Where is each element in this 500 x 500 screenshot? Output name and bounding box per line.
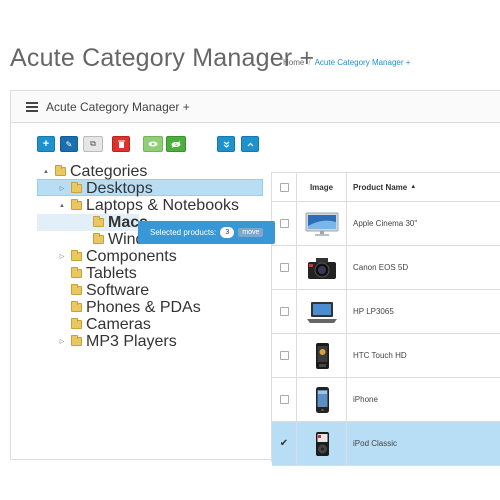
table-row[interactable]: iPhone xyxy=(272,378,500,422)
expand-all-button[interactable] xyxy=(241,136,259,152)
tree-item-label: Phones & PDAs xyxy=(86,298,201,316)
camera-image xyxy=(307,257,336,279)
table-row[interactable]: Canon EOS 5D xyxy=(272,246,500,290)
folder-icon xyxy=(93,233,104,244)
row-check-icon[interactable]: ✔ xyxy=(280,438,288,449)
table-header-row: Image Product Name ▲ xyxy=(272,173,500,202)
monitor-image xyxy=(305,212,338,236)
product-name: iPod Classic xyxy=(353,439,398,448)
tree-item-label: Cameras xyxy=(86,315,151,333)
selected-products-label: Selected products: xyxy=(150,228,217,237)
folder-icon xyxy=(71,182,82,193)
table-row[interactable]: Apple Cinema 30" xyxy=(272,202,500,246)
products-table: Image Product Name ▲ Apple Cinema 30" Ca… xyxy=(271,172,500,466)
folder-icon xyxy=(55,165,66,176)
folder-icon xyxy=(71,199,82,210)
list-icon xyxy=(26,101,38,112)
product-name: Canon EOS 5D xyxy=(353,263,409,272)
tree-item-desktops[interactable]: ▷ Desktops xyxy=(58,180,153,197)
row-checkbox[interactable] xyxy=(279,307,289,316)
tree-item-label: Tablets xyxy=(86,264,137,282)
tree-item-label: Categories xyxy=(70,162,148,180)
row-checkbox[interactable] xyxy=(279,395,289,404)
laptop-image xyxy=(306,301,337,323)
delete-button[interactable] xyxy=(112,136,130,152)
hide-button[interactable] xyxy=(166,136,186,152)
folder-icon xyxy=(71,318,82,329)
expand-icon[interactable]: ▷ xyxy=(58,253,66,260)
column-header-product-name[interactable]: Product Name ▲ xyxy=(347,173,500,201)
phone-image xyxy=(315,342,329,369)
tree-item-label: MP3 Players xyxy=(86,332,177,350)
tree-item-phones-pdas[interactable]: Phones & PDAs xyxy=(58,299,201,316)
move-badge: move xyxy=(238,228,264,237)
product-name: iPhone xyxy=(353,395,378,404)
product-name: HP LP3065 xyxy=(353,307,394,316)
folder-icon xyxy=(71,335,82,346)
collapse-all-button[interactable] xyxy=(217,136,235,152)
folder-icon xyxy=(93,216,104,227)
tree-item-software[interactable]: Software xyxy=(58,282,149,299)
tree-item-label: Laptops & Notebooks xyxy=(86,196,239,214)
product-name: HTC Touch HD xyxy=(353,351,407,360)
tree-item-cameras[interactable]: Cameras xyxy=(58,316,151,333)
sort-asc-icon: ▲ xyxy=(410,184,417,190)
row-checkbox[interactable] xyxy=(279,219,289,228)
tree-item-components[interactable]: ▷ Components xyxy=(58,248,177,265)
row-checkbox[interactable] xyxy=(279,351,289,360)
panel-heading: Acute Category Manager + xyxy=(11,91,500,123)
eye-icon xyxy=(148,141,158,147)
iphone-image xyxy=(315,386,329,413)
tree-item-mp3-players[interactable]: ▷ MP3 Players xyxy=(58,333,177,350)
page-title: Acute Category Manager + xyxy=(10,44,315,72)
tree-item-label: Desktops xyxy=(86,179,153,197)
row-checkbox[interactable] xyxy=(279,263,289,272)
collapse-icon[interactable]: ▲ xyxy=(42,169,50,175)
table-row-selected[interactable]: ✔ iPod Classic xyxy=(272,422,500,466)
panel-title: Acute Category Manager + xyxy=(46,99,190,114)
table-row[interactable]: HTC Touch HD xyxy=(272,334,500,378)
add-button[interactable]: + xyxy=(37,136,55,152)
expand-icon[interactable]: ▷ xyxy=(58,338,66,345)
eye-slash-icon xyxy=(171,140,181,148)
select-all-checkbox[interactable] xyxy=(279,182,289,192)
expand-icon[interactable]: ▷ xyxy=(58,185,66,192)
copy-icon: ⧉ xyxy=(90,139,96,148)
angle-up-icon xyxy=(247,142,253,146)
tree-item-label: Components xyxy=(86,247,177,265)
tree-item-label: Software xyxy=(86,281,150,299)
ipod-image xyxy=(315,431,329,456)
selected-count-badge: 3 xyxy=(220,227,235,238)
collapse-icon[interactable]: ▲ xyxy=(58,203,66,209)
breadcrumb: Home / Acute Category Manager + xyxy=(283,58,410,67)
column-header-label: Product Name xyxy=(353,182,408,192)
selected-products-popup: Selected products: 3 move xyxy=(138,221,275,244)
tree-item-laptops-notebooks[interactable]: ▲ Laptops & Notebooks xyxy=(58,197,239,214)
angle-double-down-icon xyxy=(223,141,229,148)
breadcrumb-current-link[interactable]: Acute Category Manager + xyxy=(315,58,411,67)
table-row[interactable]: HP LP3065 xyxy=(272,290,500,334)
pencil-icon: ✎ xyxy=(65,139,73,149)
folder-icon xyxy=(71,301,82,312)
breadcrumb-separator: / xyxy=(308,58,311,67)
show-button[interactable] xyxy=(143,136,163,152)
copy-button[interactable]: ⧉ xyxy=(83,136,103,152)
folder-icon xyxy=(71,267,82,278)
column-header-image: Image xyxy=(297,173,347,201)
tree-item-categories[interactable]: ▲ Categories xyxy=(42,163,147,180)
edit-button[interactable]: ✎ xyxy=(60,136,78,152)
tree-item-tablets[interactable]: Tablets xyxy=(58,265,137,282)
folder-icon xyxy=(71,250,82,261)
trash-icon xyxy=(117,140,125,148)
plus-icon: + xyxy=(42,138,50,150)
product-name: Apple Cinema 30" xyxy=(353,219,418,228)
breadcrumb-home-link[interactable]: Home xyxy=(283,58,304,67)
folder-icon xyxy=(71,284,82,295)
